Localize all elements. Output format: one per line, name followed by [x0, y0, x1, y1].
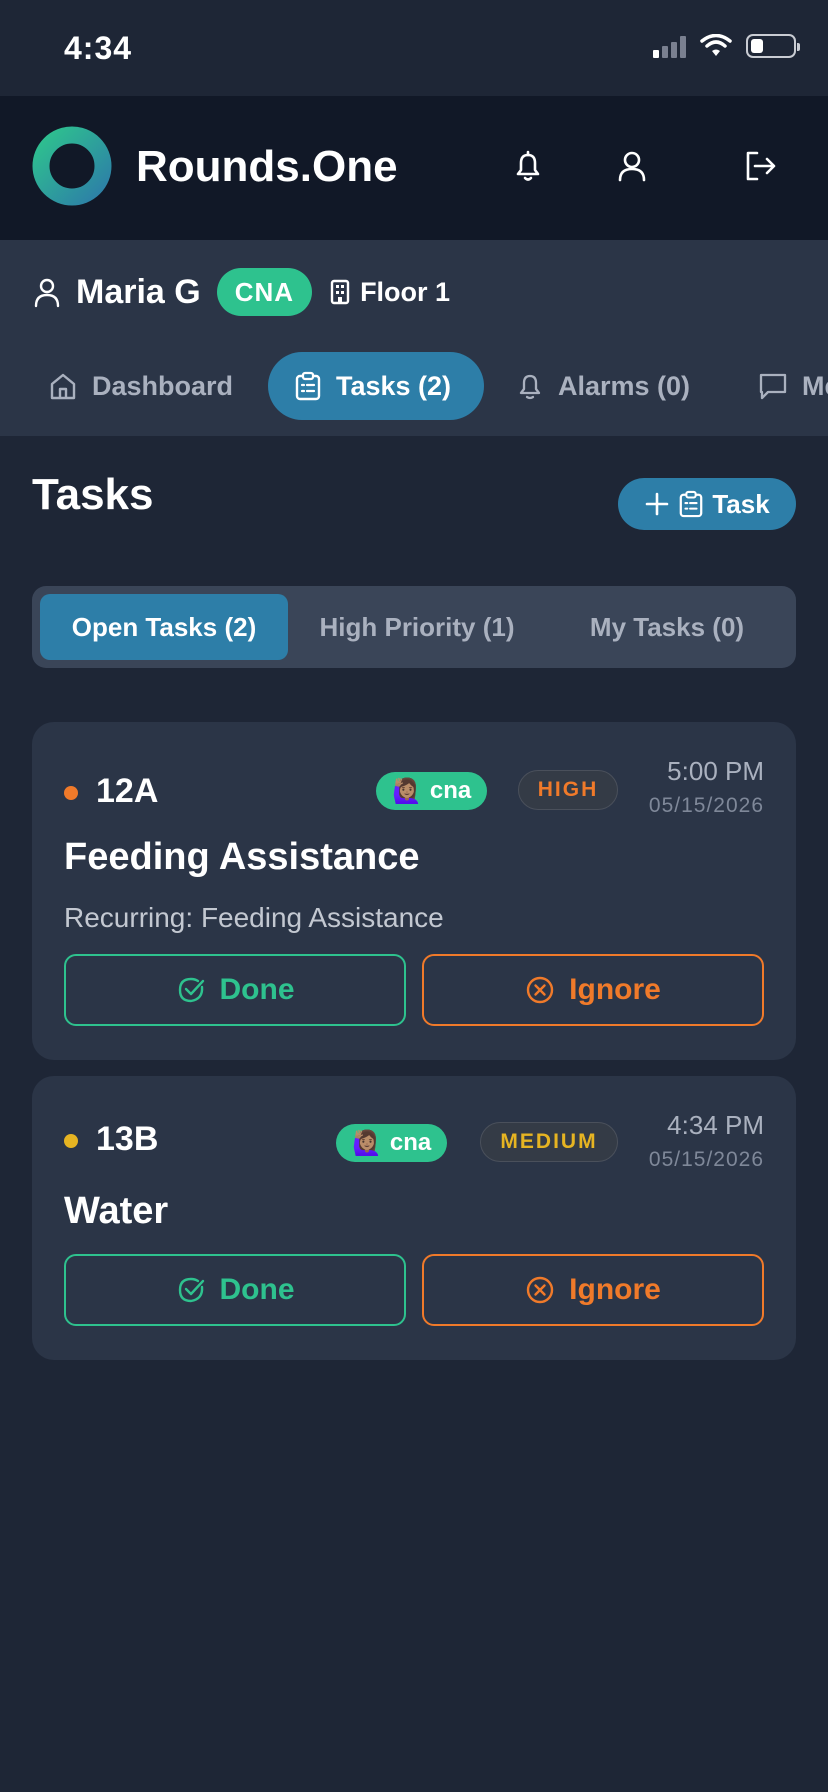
logout-icon[interactable]: [740, 146, 780, 186]
tab-dashboard[interactable]: Dashboard: [22, 352, 259, 420]
user-icon[interactable]: [612, 146, 652, 186]
assignee-badge: 🙋🏽‍♀️ cna: [336, 1124, 448, 1162]
filter-bar: Open Tasks (2) High Priority (1) My Task…: [32, 586, 796, 668]
filter-my-tasks[interactable]: My Tasks (0): [546, 594, 788, 660]
filter-high-priority[interactable]: High Priority (1): [294, 594, 540, 660]
assignee-label: cna: [429, 777, 472, 804]
app-title: Rounds.One: [136, 142, 398, 191]
assignee-badge: 🙋🏽‍♀️ cna: [376, 772, 488, 810]
room-number: 12A: [96, 772, 159, 810]
nav-tabs: Dashboard Tasks (2) Alarms (0) Me: [0, 352, 828, 422]
task-subtitle: Recurring: Feeding Assistance: [64, 902, 444, 933]
priority-badge: MEDIUM: [480, 1122, 618, 1162]
signal-icon: [653, 34, 686, 58]
app-logo: [32, 126, 112, 206]
bell-icon: [519, 374, 541, 400]
battery-icon: [746, 34, 800, 58]
building-icon: [330, 279, 350, 305]
page-title: Tasks: [32, 470, 154, 519]
done-button[interactable]: Done: [64, 954, 406, 1026]
floor-label: Floor 1: [330, 277, 450, 308]
tab-tasks[interactable]: Tasks (2): [268, 352, 484, 420]
home-icon: [50, 373, 76, 400]
status-icons: [653, 34, 800, 58]
assignee-label: cna: [389, 1129, 432, 1156]
check-circle-icon: [178, 977, 204, 1003]
task-card: 12A 🙋🏽‍♀️ cna HIGH 5:00 PM 05/15/2026 Fe…: [32, 722, 796, 1060]
ignore-button[interactable]: Ignore: [422, 1254, 764, 1326]
filter-open-tasks[interactable]: Open Tasks (2): [40, 594, 288, 660]
app-header: Rounds.One: [0, 96, 828, 240]
role-badge: CNA: [216, 268, 313, 316]
priority-dot: [64, 1134, 78, 1148]
tab-messages[interactable]: Me: [732, 352, 828, 420]
tab-alarms[interactable]: Alarms (0): [490, 352, 716, 420]
assignee-emoji: 🙋🏽‍♀️: [352, 1129, 382, 1157]
x-circle-icon: [526, 976, 554, 1004]
priority-badge: HIGH: [518, 770, 618, 810]
tab-alarms-label: Alarms (0): [558, 370, 691, 401]
task-date: 05/15/2026: [648, 794, 764, 817]
x-circle-icon: [526, 1276, 554, 1304]
room-number: 13B: [96, 1120, 159, 1158]
done-button[interactable]: Done: [64, 1254, 406, 1326]
add-task-label: Task: [712, 488, 770, 519]
user-icon: [34, 278, 60, 308]
subheader: Maria G CNA Floor 1 Dashboard Tasks (2) …: [0, 240, 828, 436]
check-circle-icon: [178, 1277, 204, 1303]
ignore-button[interactable]: Ignore: [422, 954, 764, 1026]
task-title: Water: [64, 1190, 169, 1232]
user-name: Maria G: [76, 272, 201, 311]
wifi-icon: [700, 34, 732, 56]
user-row: Maria G CNA Floor 1: [32, 268, 450, 316]
tab-messages-label: Me: [802, 370, 828, 401]
assignee-emoji: 🙋🏽‍♀️: [392, 777, 422, 805]
task-date: 05/15/2026: [648, 1148, 764, 1171]
floor-text: Floor 1: [360, 276, 451, 307]
clipboard-icon: [295, 371, 321, 401]
done-label: Done: [219, 1273, 295, 1306]
add-task-button[interactable]: Task: [618, 478, 796, 530]
plus-icon: [646, 492, 669, 516]
tab-dashboard-label: Dashboard: [92, 370, 234, 401]
ignore-label: Ignore: [569, 973, 661, 1006]
priority-dot: [64, 786, 78, 800]
tab-tasks-label: Tasks (2): [336, 370, 452, 401]
ignore-label: Ignore: [569, 1273, 661, 1306]
bell-icon[interactable]: [508, 146, 548, 186]
task-time: 4:34 PM: [667, 1110, 764, 1140]
task-time: 5:00 PM: [667, 756, 764, 786]
status-bar: 4:34: [0, 0, 828, 96]
status-time: 4:34: [64, 30, 133, 66]
message-icon: [759, 373, 787, 400]
task-card: 13B 🙋🏽‍♀️ cna MEDIUM 4:34 PM 05/15/2026 …: [32, 1076, 796, 1360]
task-title: Feeding Assistance: [64, 836, 420, 878]
done-label: Done: [219, 973, 295, 1006]
clipboard-icon: [679, 490, 703, 518]
